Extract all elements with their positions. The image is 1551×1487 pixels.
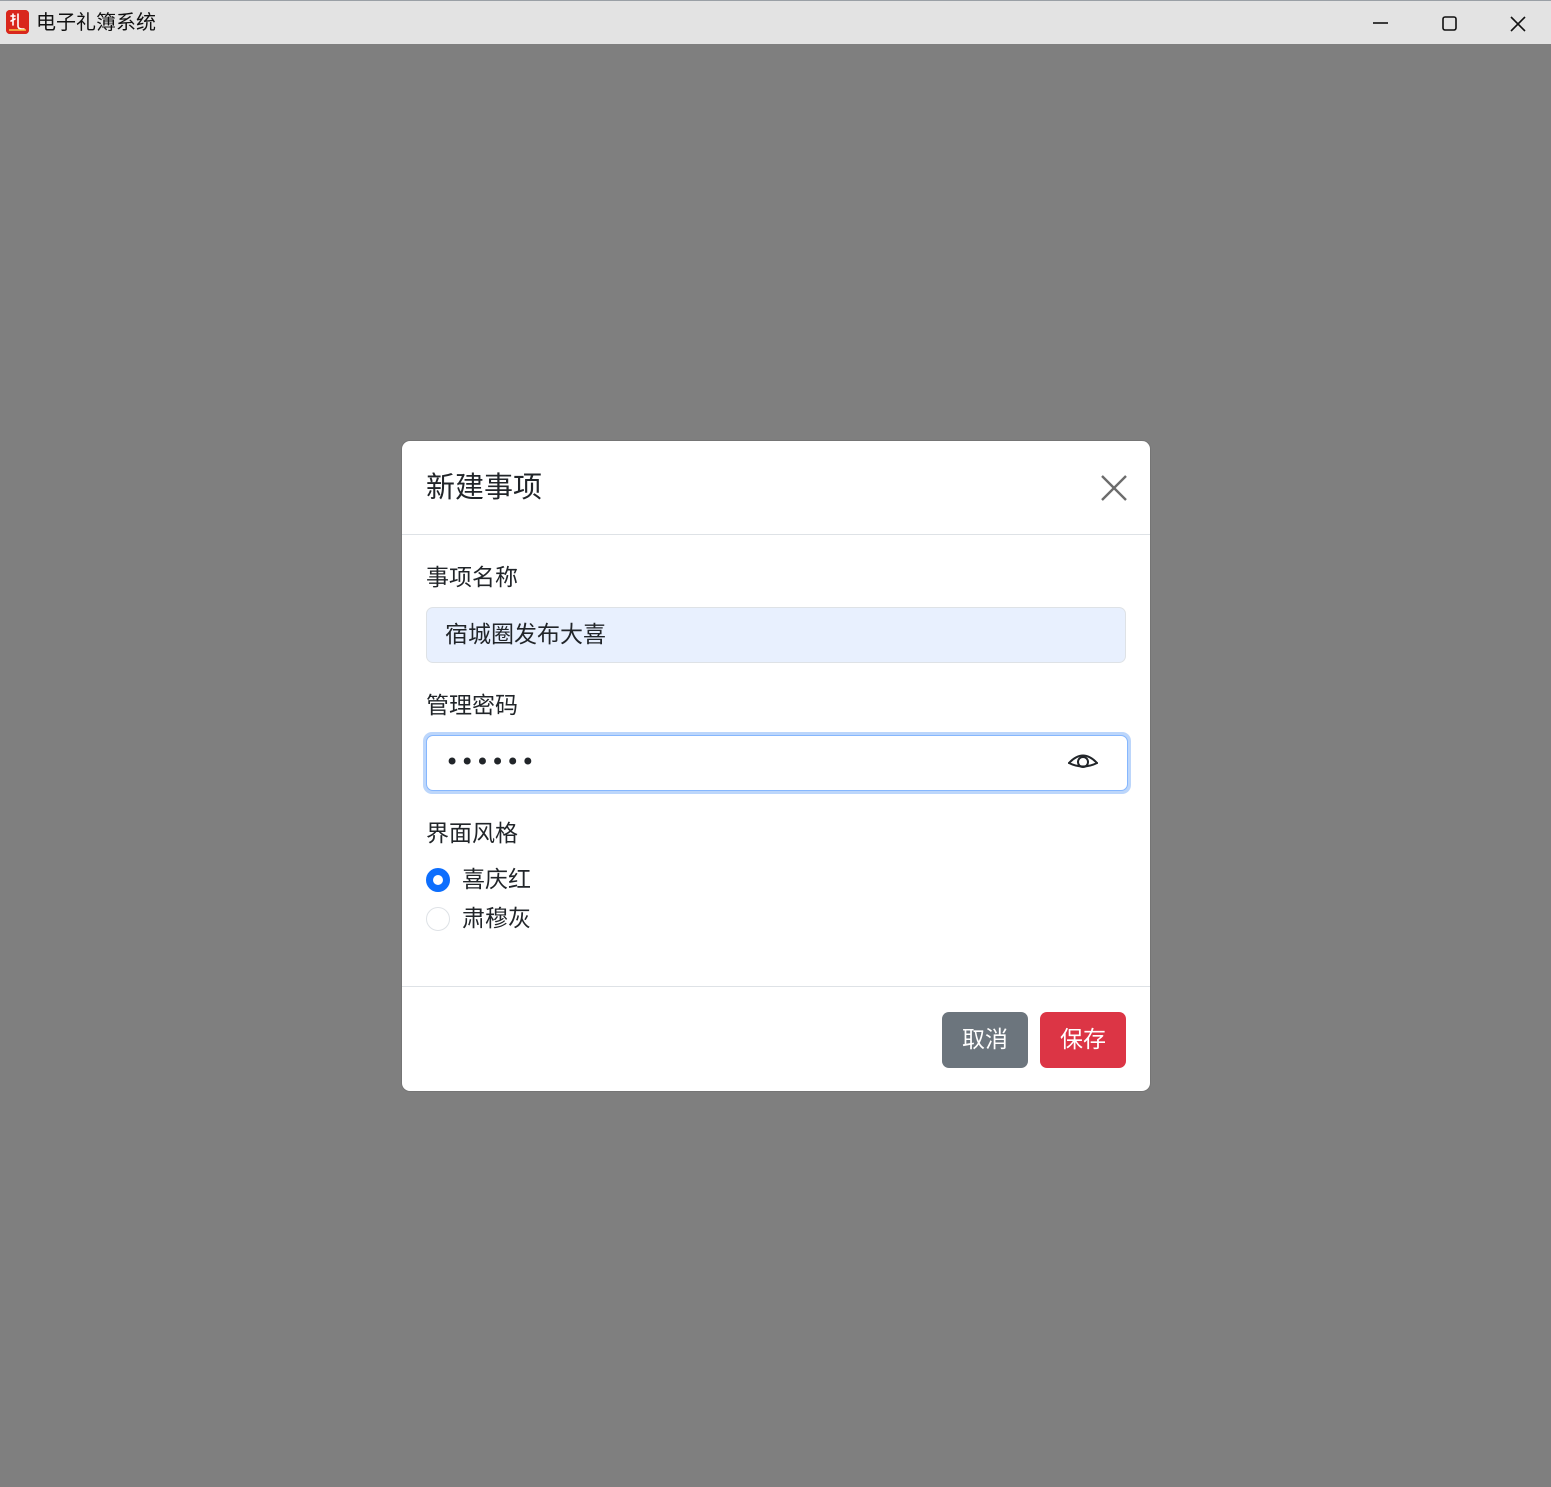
radio-button-unchecked[interactable]: [426, 907, 450, 931]
password-focus-ring: ••••••: [423, 732, 1131, 794]
password-input[interactable]: ••••••: [426, 735, 1128, 791]
window-title: 电子礼簿系统: [36, 10, 156, 34]
minimize-icon: [1373, 22, 1388, 24]
item-name-input[interactable]: 宿城圈发布大喜: [426, 607, 1126, 663]
dialog-header: 新建事项: [402, 441, 1150, 535]
save-button[interactable]: 保存: [1040, 1012, 1126, 1068]
cancel-button[interactable]: 取消: [942, 1012, 1028, 1068]
dialog-footer: 取消 保存: [402, 986, 1150, 1092]
theme-option-label: 喜庆红: [462, 867, 531, 893]
new-item-dialog: 新建事项 事项名称 宿城圈发布大喜 管理密码 •••••• 界面风格 喜庆红 肃…: [402, 441, 1150, 1091]
item-name-label: 事项名称: [426, 565, 518, 591]
eye-icon: [1068, 754, 1098, 768]
close-icon: [1510, 16, 1526, 32]
radio-button-checked[interactable]: [426, 868, 450, 892]
theme-label: 界面风格: [426, 821, 518, 847]
dialog-title: 新建事项: [426, 470, 543, 504]
password-label: 管理密码: [426, 693, 518, 719]
dialog-close-button[interactable]: [1096, 471, 1132, 507]
app-logo-icon: [6, 10, 29, 34]
maximize-icon: [1442, 16, 1457, 31]
maximize-button[interactable]: [1415, 1, 1483, 44]
close-icon: [1101, 475, 1127, 501]
app-window: 电子礼簿系统 新建事项 事项名称 宿城圈发布大喜 管理密码 •••••• 界面风…: [0, 0, 1551, 1487]
title-bar: 电子礼簿系统: [0, 0, 1551, 44]
theme-option-label: 肃穆灰: [462, 906, 531, 932]
minimize-button[interactable]: [1347, 1, 1415, 44]
toggle-password-visibility-button[interactable]: [1063, 744, 1103, 778]
window-close-button[interactable]: [1483, 1, 1551, 44]
